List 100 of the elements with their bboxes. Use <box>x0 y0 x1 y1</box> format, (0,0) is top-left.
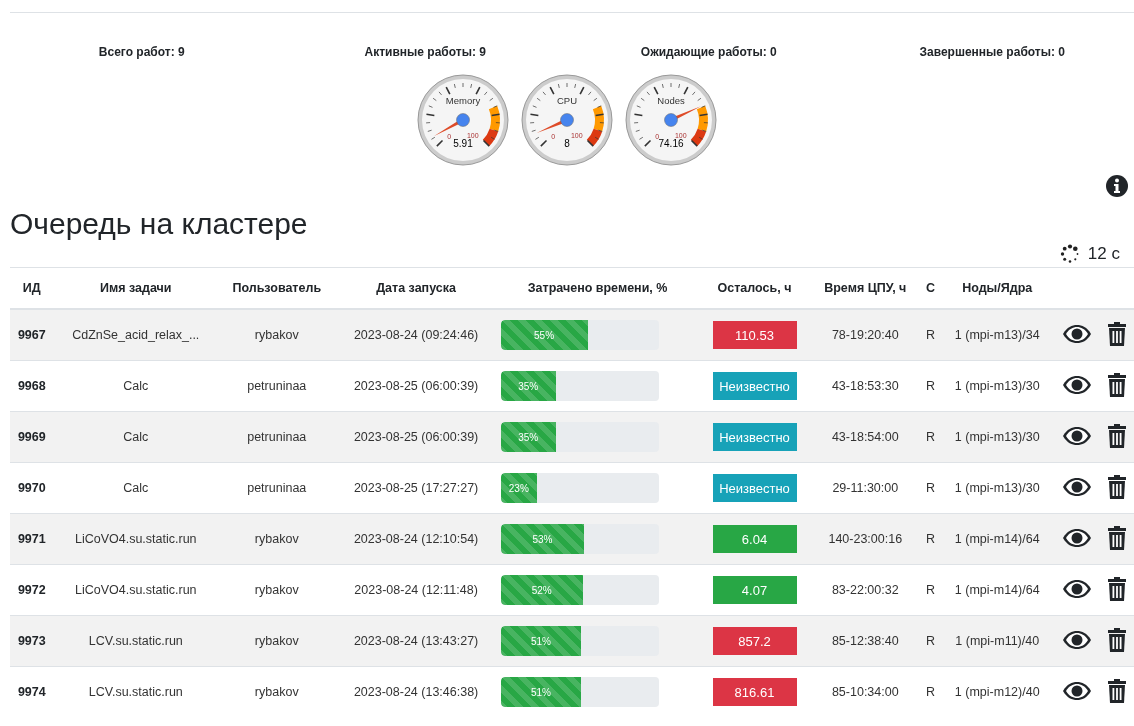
gauge-title: CPU <box>556 95 578 106</box>
nodes-cores: 1 (mpi-m11)/40 <box>955 634 1040 648</box>
start-date: 2023-08-25 (17:27:27) <box>353 481 479 495</box>
gauge-title: Memory <box>445 95 481 106</box>
start-date: 2023-08-24 (13:43:27) <box>353 634 479 648</box>
job-id: 9969 <box>17 430 46 444</box>
gauge-value: 74.16 <box>658 138 684 149</box>
nodes-cores: 1 (mpi-m12)/40 <box>954 685 1040 699</box>
view-button[interactable] <box>1061 680 1092 701</box>
remaining-badge: 6.04 <box>712 525 797 553</box>
warning-band <box>482 105 500 147</box>
start-date: 2023-08-25 (06:00:39) <box>353 379 479 393</box>
cpu-time: 29-11:30:00 <box>832 481 899 495</box>
cpu-time: 83-22:00:32 <box>831 583 899 597</box>
job-id: 9973 <box>17 634 46 648</box>
stat-label: Завершенные работы: 0 <box>919 45 1065 59</box>
delete-button[interactable] <box>1106 525 1127 550</box>
delete-button[interactable] <box>1106 321 1127 346</box>
view-button[interactable] <box>1061 323 1092 344</box>
user-name: petruninaa <box>247 430 307 444</box>
start-date: 2023-08-24 (13:46:38) <box>353 685 479 699</box>
progress-label: 35% <box>518 380 539 392</box>
job-state: R <box>925 481 935 495</box>
job-id: 9971 <box>17 532 46 546</box>
progress-label: 35% <box>518 431 539 443</box>
job-state: R <box>925 634 935 648</box>
warning-band <box>586 105 604 147</box>
delete-button[interactable] <box>1106 372 1127 397</box>
delete-button[interactable] <box>1106 576 1127 601</box>
job-state: R <box>925 379 935 393</box>
cpu-time: 43-18:53:30 <box>831 379 899 393</box>
spinner-icon <box>1059 244 1080 264</box>
job-state: R <box>925 430 935 444</box>
view-button[interactable] <box>1061 629 1092 650</box>
trash-icon <box>1106 372 1127 397</box>
remaining-badge: 816.61 <box>712 678 797 706</box>
job-state: R <box>925 532 935 546</box>
nodes-cores: 1 (mpi-m14)/64 <box>954 583 1040 597</box>
remaining-badge: 4.07 <box>712 576 797 604</box>
start-date: 2023-08-25 (06:00:39) <box>353 430 479 444</box>
trash-icon <box>1106 627 1127 652</box>
delete-button[interactable] <box>1106 423 1127 448</box>
view-button[interactable] <box>1061 374 1092 395</box>
eye-icon <box>1061 578 1092 599</box>
view-button[interactable] <box>1061 527 1092 548</box>
user-name: rybakov <box>254 532 299 546</box>
eye-icon <box>1061 527 1092 548</box>
job-id: 9968 <box>17 379 46 393</box>
trash-icon <box>1106 678 1127 703</box>
gauge-value: 5.91 <box>453 138 473 149</box>
user-name: rybakov <box>254 634 299 648</box>
user-name: rybakov <box>254 685 299 699</box>
remaining-badge: Неизвестно <box>712 423 797 451</box>
job-id: 9974 <box>17 685 46 699</box>
job-state: R <box>925 328 935 342</box>
job-name: LCV.su.static.run <box>88 685 183 699</box>
nodes-cores: 1 (mpi-m14)/64 <box>954 532 1040 546</box>
cpu-time: 85-12:38:40 <box>831 634 899 648</box>
cpu-time: 78-19:20:40 <box>831 328 899 342</box>
remaining-badge: Неизвестно <box>712 372 797 400</box>
cpu-time: 140-23:00:16 <box>828 532 903 546</box>
job-name: LiCoVO4.su.static.run <box>74 583 197 597</box>
refresh-countdown: 12 с <box>1087 244 1120 264</box>
eye-icon <box>1061 476 1092 497</box>
remaining-badge: 857.2 <box>712 627 797 655</box>
view-button[interactable] <box>1061 425 1092 446</box>
job-name: Calc <box>123 379 149 393</box>
progress-label: 23% <box>508 482 529 494</box>
nodes-cores: 1 (mpi-m13)/30 <box>954 379 1040 393</box>
start-date: 2023-08-24 (09:24:46) <box>353 328 479 342</box>
job-state: R <box>925 685 935 699</box>
page-heading: Очередь на кластере <box>10 207 309 241</box>
job-name: Calc <box>123 481 149 495</box>
delete-button[interactable] <box>1106 474 1127 499</box>
remaining-badge: 110.53 <box>712 321 797 349</box>
delete-button[interactable] <box>1106 678 1127 703</box>
user-name: rybakov <box>254 328 299 342</box>
eye-icon <box>1061 629 1092 650</box>
view-button[interactable] <box>1061 476 1092 497</box>
job-id: 9972 <box>17 583 46 597</box>
start-date: 2023-08-24 (12:10:54) <box>353 532 479 546</box>
job-name: CdZnSe_acid_relax_... <box>72 328 200 342</box>
progress-label: 51% <box>530 635 551 647</box>
user-name: petruninaa <box>247 379 307 393</box>
progress-label: 53% <box>532 533 553 545</box>
start-date: 2023-08-24 (12:11:48) <box>354 583 478 597</box>
eye-icon <box>1061 374 1092 395</box>
info-icon[interactable] <box>1106 175 1128 197</box>
progress-label: 52% <box>531 584 552 596</box>
view-button[interactable] <box>1061 578 1092 599</box>
nodes-cores: 1 (mpi-m13)/34 <box>954 328 1040 342</box>
job-name: Calc <box>123 430 149 444</box>
stat-label: Всего работ: 9 <box>98 45 185 59</box>
job-id: 9970 <box>17 481 46 495</box>
delete-button[interactable] <box>1106 627 1127 652</box>
job-id: 9967 <box>17 328 46 342</box>
job-state: R <box>925 583 935 597</box>
user-name: rybakov <box>254 583 299 597</box>
trash-icon <box>1106 474 1127 499</box>
user-name: petruninaa <box>247 481 307 495</box>
